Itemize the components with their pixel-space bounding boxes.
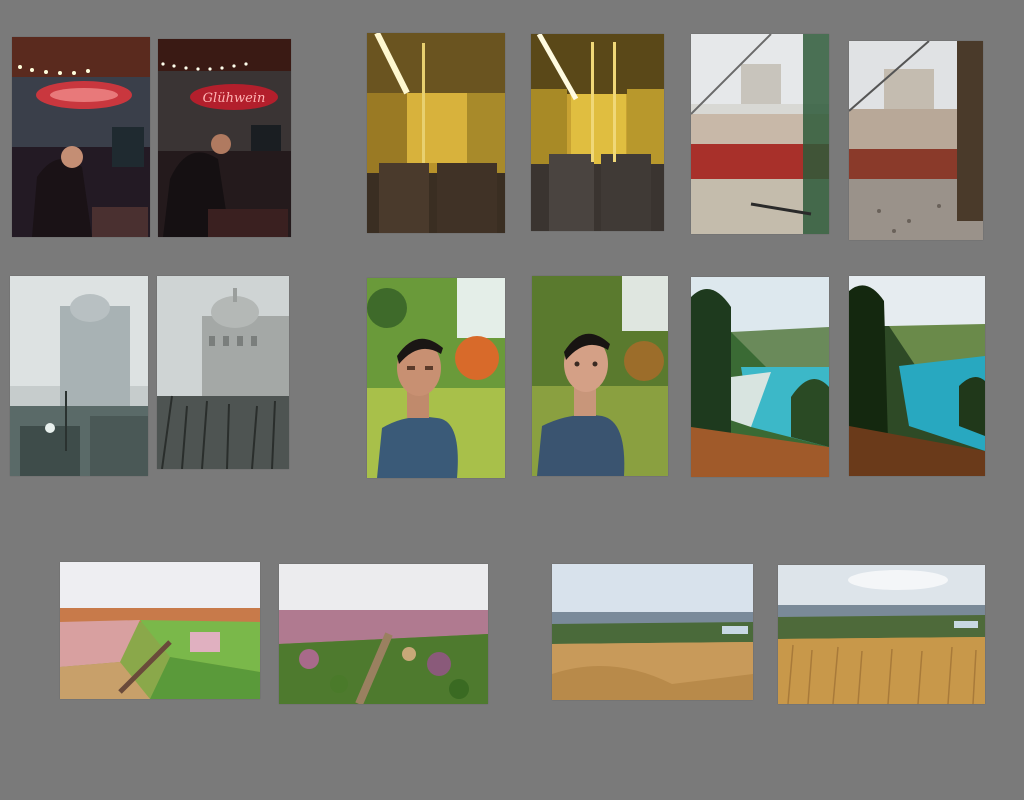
tram-interior-photo-reference — [531, 34, 664, 231]
tram-interior-painted-study — [367, 33, 505, 233]
heather-moor-photo-reference — [279, 564, 488, 704]
foggy-building-painted-study — [10, 276, 148, 476]
grassland-vista-painted-study — [552, 564, 753, 700]
coastal-cove-photo-reference — [849, 276, 985, 476]
heather-moor-painted-study — [60, 562, 260, 699]
market-stall-painted-study — [12, 37, 150, 237]
portrait-painted-study — [367, 278, 505, 478]
grassland-vista-photo-reference — [778, 565, 985, 704]
shipwreck-painted-study — [691, 34, 829, 234]
shipwreck-photo-reference — [849, 41, 983, 240]
market-stall-photo-reference: Glühwein — [158, 39, 291, 237]
portrait-photo-reference — [532, 276, 668, 476]
foggy-building-photo-reference — [157, 276, 289, 469]
coastal-cove-painted-study — [691, 277, 829, 477]
svg-text:Glühwein: Glühwein — [203, 91, 266, 106]
